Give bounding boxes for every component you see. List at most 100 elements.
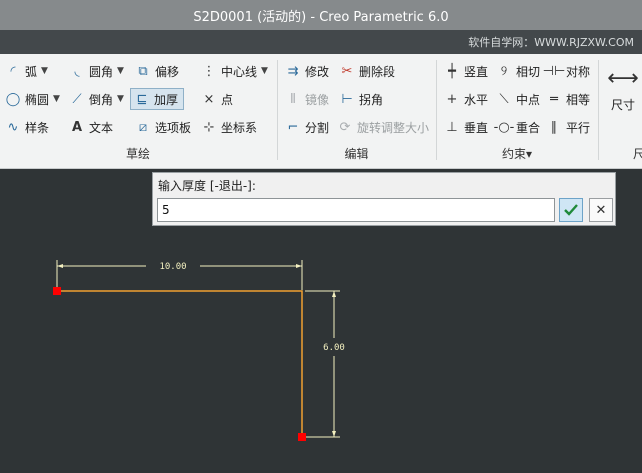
corner-button[interactable]: ⊢ 拐角 (336, 88, 385, 110)
chamfer-button[interactable]: ⟋ 倒角 ▼ (66, 88, 126, 110)
arc-dropdown-icon[interactable]: ▼ (41, 66, 48, 76)
centerline-label: 中心线 (221, 64, 258, 79)
modify-icon: ⇉ (287, 63, 299, 79)
symmetric-button[interactable]: ⊣⊢ 对称 (543, 60, 592, 82)
divide-button[interactable]: ⌐ 分割 (282, 116, 331, 138)
accept-button[interactable] (559, 198, 583, 222)
constrain-group: ┿ 竖直 ୨ 相切 ⊣⊢ 对称 + 水平 ⟍ 中点 ═ 相等 ⊥ 垂直 -○- (437, 54, 597, 168)
dimension-icon: ⟷ (607, 66, 639, 91)
edit-group-label: 编辑 (344, 147, 369, 161)
arc-label: 弧 (25, 64, 38, 79)
fillet-icon: ◟ (74, 63, 80, 79)
palette-button[interactable]: ⧄ 选项板 (132, 116, 193, 138)
coincident-icon: -○- (493, 119, 515, 135)
constrain-group-label[interactable]: 约束▾ (437, 145, 597, 162)
modify-button[interactable]: ⇉ 修改 (282, 60, 331, 82)
arc-button[interactable]: ◜ 弧 ▼ (2, 60, 50, 82)
dimension-value-horizontal[interactable]: 10.00 (159, 262, 186, 272)
vertical-label: 竖直 (464, 64, 489, 79)
thicken-button[interactable]: ⊑ 加厚 (130, 88, 184, 110)
ribbon: ◜ 弧 ▼ ◟ 圆角 ▼ ⧉ 偏移 ⋮ 中心线 ▼ ◯ 椭圆 ▼ ⟋ 倒角 ▼ (0, 54, 642, 169)
symmetric-icon: ⊣⊢ (542, 63, 566, 79)
csys-icon: ⊹ (203, 119, 215, 135)
dimension-label: 尺寸 (610, 98, 635, 112)
parallel-icon: ∥ (550, 119, 558, 135)
palette-label: 选项板 (155, 120, 192, 135)
spline-label: 样条 (25, 120, 50, 135)
delete-segment-button[interactable]: ✂ 删除段 (336, 60, 397, 82)
sketch-polyline[interactable] (57, 290, 303, 437)
divide-label: 分割 (305, 120, 330, 135)
mirror-label: 镜像 (305, 92, 330, 107)
coincident-button[interactable]: -○- 重合 (493, 116, 542, 138)
watermark-bar: 软件自学网：WWW.RJZXW.COM (0, 30, 642, 54)
horizontal-button[interactable]: + 水平 (441, 88, 490, 110)
midpoint-label: 中点 (516, 92, 541, 107)
spline-icon: ∿ (7, 119, 19, 135)
csys-button[interactable]: ⊹ 坐标系 (198, 116, 259, 138)
centerline-dropdown-icon[interactable]: ▼ (261, 66, 268, 76)
point-icon: × (203, 91, 215, 107)
ellipse-button[interactable]: ◯ 椭圆 ▼ (2, 88, 62, 110)
symmetric-label: 对称 (566, 64, 591, 79)
divide-icon: ⌐ (287, 119, 299, 135)
dimension-button[interactable]: ⟷ 尺寸 (601, 60, 642, 130)
delete-segment-label: 删除段 (359, 64, 396, 79)
sketch-group: ◜ 弧 ▼ ◟ 圆角 ▼ ⧉ 偏移 ⋮ 中心线 ▼ ◯ 椭圆 ▼ ⟋ 倒角 ▼ (0, 54, 276, 168)
text-label: 文本 (89, 120, 114, 135)
centerline-button[interactable]: ⋮ 中心线 ▼ (198, 60, 270, 82)
tangent-icon: ୨ (500, 63, 508, 79)
midpoint-button[interactable]: ⟍ 中点 (493, 88, 542, 110)
vertical-button[interactable]: ┿ 竖直 (441, 60, 490, 82)
corner-icon: ⊢ (341, 91, 353, 107)
rotate-resize-icon: ⟳ (339, 119, 351, 135)
chamfer-icon: ⟋ (72, 91, 82, 107)
modify-label: 修改 (305, 64, 330, 79)
dimension-value-vertical[interactable]: 6.00 (323, 343, 345, 353)
offset-button[interactable]: ⧉ 偏移 (132, 60, 181, 82)
midpoint-icon: ⟍ (499, 91, 509, 107)
text-button[interactable]: A 文本 (66, 116, 115, 138)
csys-label: 坐标系 (221, 120, 258, 135)
cancel-button[interactable]: ✕ (589, 198, 613, 222)
fillet-button[interactable]: ◟ 圆角 ▼ (66, 60, 126, 82)
parallel-label: 平行 (566, 120, 591, 135)
arrowhead (332, 291, 336, 297)
window-titlebar: S2D0001 (活动的) - Creo Parametric 6.0 (0, 0, 642, 30)
equal-button[interactable]: ═ 相等 (543, 88, 592, 110)
edit-group: ⇉ 修改 ✂ 删除段 ⫴ 镜像 ⊢ 拐角 ⌐ 分割 ⟳ 旋转调整大小 编辑 (278, 54, 435, 168)
spline-button[interactable]: ∿ 样条 (2, 116, 51, 138)
mirror-button[interactable]: ⫴ 镜像 (282, 88, 331, 110)
horizontal-label: 水平 (464, 92, 489, 107)
tangent-button[interactable]: ୨ 相切 (493, 60, 542, 82)
vertex-start[interactable] (53, 287, 61, 295)
horizontal-dimension[interactable]: 10.00 (56, 260, 303, 290)
sketch-group-label: 草绘 (125, 147, 150, 161)
ellipse-dropdown-icon[interactable]: ▼ (53, 94, 60, 104)
chamfer-label: 倒角 (89, 92, 114, 107)
vertical-dimension[interactable]: 6.00 (305, 290, 345, 438)
arrowhead (296, 264, 302, 268)
equal-label: 相等 (566, 92, 591, 107)
perpendicular-icon: ⊥ (446, 119, 458, 135)
point-label: 点 (221, 92, 234, 107)
mirror-icon: ⫴ (290, 91, 296, 107)
thickness-input[interactable] (157, 198, 555, 222)
thicken-icon: ⊑ (136, 91, 148, 107)
vertex-end[interactable] (298, 433, 306, 441)
ellipse-label: 椭圆 (25, 92, 50, 107)
delete-segment-icon: ✂ (341, 63, 353, 79)
fillet-dropdown-icon[interactable]: ▼ (117, 66, 124, 76)
close-icon: ✕ (595, 202, 607, 218)
parallel-button[interactable]: ∥ 平行 (543, 116, 592, 138)
offset-icon: ⧉ (138, 63, 148, 79)
point-button[interactable]: × 点 (198, 88, 235, 110)
perpendicular-button[interactable]: ⊥ 垂直 (441, 116, 490, 138)
chamfer-dropdown-icon[interactable]: ▼ (117, 94, 124, 104)
tangent-label: 相切 (516, 64, 541, 79)
vertical-icon: ┿ (448, 63, 456, 79)
centerline-icon: ⋮ (202, 63, 216, 79)
corner-label: 拐角 (359, 92, 384, 107)
coincident-label: 重合 (516, 120, 541, 135)
rotate-resize-button[interactable]: ⟳ 旋转调整大小 (334, 116, 431, 138)
